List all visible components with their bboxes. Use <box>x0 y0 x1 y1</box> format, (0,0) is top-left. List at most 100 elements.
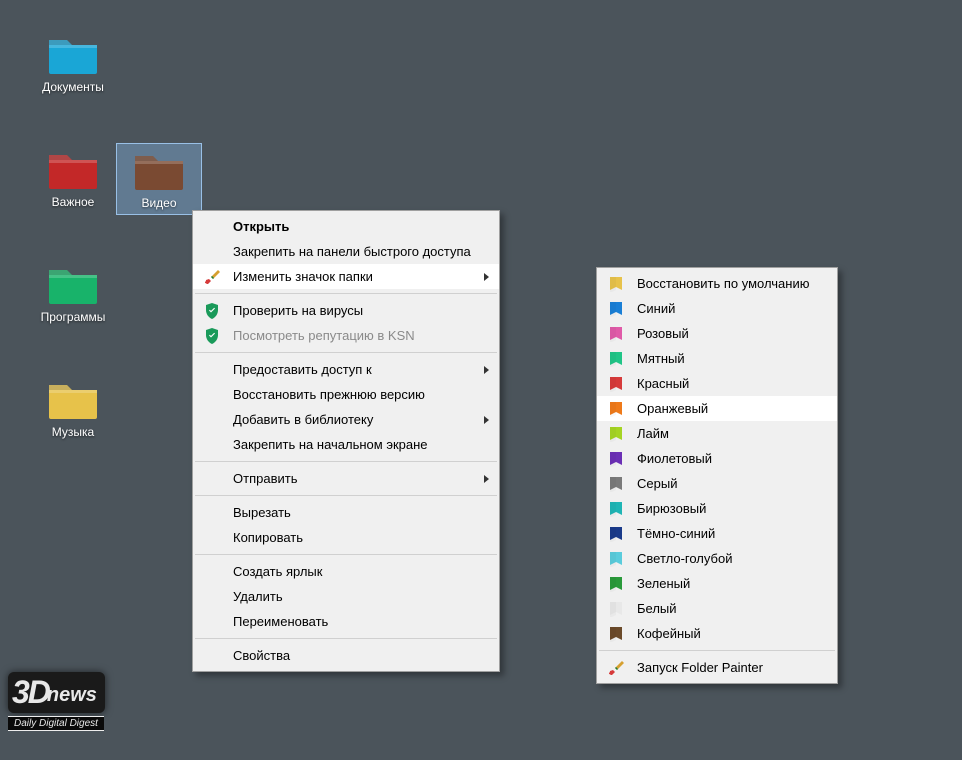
menu-item[interactable]: Переименовать <box>193 609 499 634</box>
color-tag-icon <box>607 526 625 542</box>
menu-item-label: Вырезать <box>233 505 291 520</box>
menu-item[interactable]: Вырезать <box>193 500 499 525</box>
menu-item[interactable]: Предоставить доступ к <box>193 357 499 382</box>
folder-label: Музыка <box>52 425 94 439</box>
menu-item[interactable]: Розовый <box>597 321 837 346</box>
menu-item-label: Серый <box>637 476 677 491</box>
menu-item-label: Добавить в библиотеку <box>233 412 373 427</box>
color-tag-icon <box>607 601 625 617</box>
shield-icon <box>203 328 221 344</box>
menu-item[interactable]: Копировать <box>193 525 499 550</box>
menu-separator <box>195 352 497 353</box>
menu-item-label: Проверить на вирусы <box>233 303 363 318</box>
color-tag-icon <box>607 426 625 442</box>
menu-item[interactable]: Изменить значок папки <box>193 264 499 289</box>
menu-item-label: Копировать <box>233 530 303 545</box>
color-tag-icon <box>607 376 625 392</box>
folder-label: Важное <box>52 195 95 209</box>
menu-item[interactable]: Оранжевый <box>597 396 837 421</box>
desktop[interactable]: Документы Важное ВидеоПрограммы Музыка Откры… <box>0 0 962 760</box>
menu-item[interactable]: Отправить <box>193 466 499 491</box>
menu-item-label: Мятный <box>637 351 685 366</box>
menu-item[interactable]: Светло-голубой <box>597 546 837 571</box>
menu-item-label: Синий <box>637 301 675 316</box>
folder-label: Документы <box>42 80 104 94</box>
menu-item[interactable]: Создать ярлык <box>193 559 499 584</box>
menu-item-label: Запуск Folder Painter <box>637 660 763 675</box>
menu-item-label: Зеленый <box>637 576 690 591</box>
menu-item[interactable]: Открыть <box>193 214 499 239</box>
menu-item-label: Восстановить прежнюю версию <box>233 387 425 402</box>
context-menu: Открыть Закрепить на панели быстрого дост… <box>192 210 500 672</box>
color-tag-icon <box>607 351 625 367</box>
menu-item[interactable]: Зеленый <box>597 571 837 596</box>
menu-separator <box>195 554 497 555</box>
desktop-folder[interactable]: Видео <box>116 143 202 215</box>
menu-item-label: Бирюзовый <box>637 501 706 516</box>
color-tag-icon <box>607 501 625 517</box>
shield-icon <box>203 303 221 319</box>
menu-item[interactable]: Фиолетовый <box>597 446 837 471</box>
menu-item-label: Фиолетовый <box>637 451 712 466</box>
submenu-arrow-icon <box>484 366 489 374</box>
menu-item[interactable]: Синий <box>597 296 837 321</box>
color-tag-icon <box>607 326 625 342</box>
menu-separator <box>599 650 835 651</box>
menu-item-label: Светло-голубой <box>637 551 732 566</box>
desktop-folder[interactable]: Важное <box>30 143 116 213</box>
logo-subtitle: Daily Digital Digest <box>8 716 104 731</box>
menu-item[interactable]: Добавить в библиотеку <box>193 407 499 432</box>
menu-item-label: Удалить <box>233 589 283 604</box>
menu-item-label: Закрепить на панели быстрого доступа <box>233 244 471 259</box>
menu-item[interactable]: Восстановить прежнюю версию <box>193 382 499 407</box>
menu-item-label: Красный <box>637 376 689 391</box>
menu-item[interactable]: Белый <box>597 596 837 621</box>
brush-icon <box>203 269 221 285</box>
menu-item[interactable]: Запуск Folder Painter <box>597 655 837 680</box>
menu-item[interactable]: Красный <box>597 371 837 396</box>
color-tag-icon <box>607 551 625 567</box>
menu-item[interactable]: Восстановить по умолчанию <box>597 271 837 296</box>
menu-item[interactable]: Бирюзовый <box>597 496 837 521</box>
menu-item-label: Отправить <box>233 471 297 486</box>
menu-item-label: Переименовать <box>233 614 328 629</box>
menu-item[interactable]: Тёмно-синий <box>597 521 837 546</box>
menu-item[interactable]: Мятный <box>597 346 837 371</box>
menu-separator <box>195 461 497 462</box>
menu-item-label: Изменить значок папки <box>233 269 373 284</box>
menu-item[interactable]: Серый <box>597 471 837 496</box>
submenu-arrow-icon <box>484 475 489 483</box>
menu-item-label: Предоставить доступ к <box>233 362 372 377</box>
submenu-arrow-icon <box>484 273 489 281</box>
menu-item[interactable]: Закрепить на начальном экране <box>193 432 499 457</box>
logo-brand: 3D <box>12 674 49 711</box>
menu-item-label: Восстановить по умолчанию <box>637 276 809 291</box>
menu-item[interactable]: Закрепить на панели быстрого доступа <box>193 239 499 264</box>
watermark-logo: 3D news Daily Digital Digest <box>8 672 208 752</box>
color-tag-icon <box>607 401 625 417</box>
menu-item: Посмотреть репутацию в KSN <box>193 323 499 348</box>
menu-item[interactable]: Лайм <box>597 421 837 446</box>
brush-icon <box>607 660 625 676</box>
color-tag-icon <box>607 476 625 492</box>
menu-item-label: Розовый <box>637 326 689 341</box>
desktop-folder[interactable]: Программы <box>30 258 116 328</box>
menu-item[interactable]: Проверить на вирусы <box>193 298 499 323</box>
desktop-folder[interactable]: Документы <box>30 28 116 98</box>
menu-item[interactable]: Удалить <box>193 584 499 609</box>
menu-item-label: Кофейный <box>637 626 701 641</box>
color-tag-icon <box>607 451 625 467</box>
menu-separator <box>195 293 497 294</box>
menu-item[interactable]: Кофейный <box>597 621 837 646</box>
color-tag-icon <box>607 301 625 317</box>
menu-item-label: Посмотреть репутацию в KSN <box>233 328 415 343</box>
submenu-arrow-icon <box>484 416 489 424</box>
menu-item[interactable]: Свойства <box>193 643 499 668</box>
logo-brand2: news <box>47 684 97 707</box>
menu-item-label: Тёмно-синий <box>637 526 715 541</box>
menu-item-label: Оранжевый <box>637 401 708 416</box>
menu-separator <box>195 638 497 639</box>
desktop-folder[interactable]: Музыка <box>30 373 116 443</box>
menu-separator <box>195 495 497 496</box>
color-submenu: Восстановить по умолчанию Синий Розовый Мят… <box>596 267 838 684</box>
